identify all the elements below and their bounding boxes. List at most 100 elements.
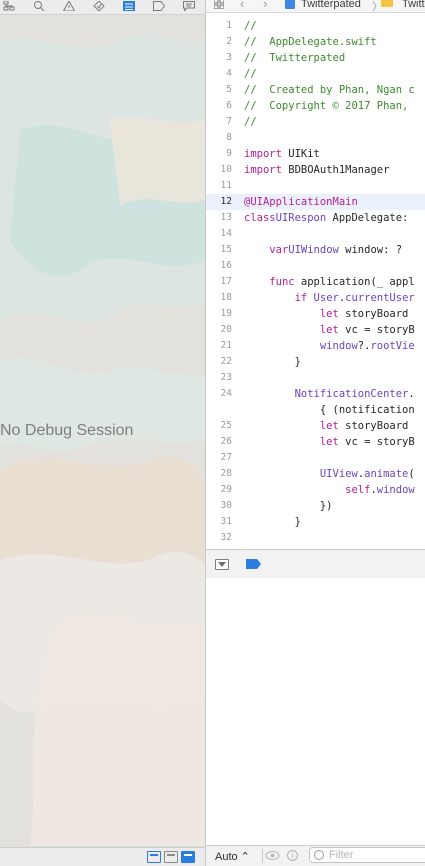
code-line[interactable]: { (notification bbox=[206, 402, 425, 418]
view-options-icon[interactable] bbox=[147, 851, 161, 863]
code-line[interactable]: 9 import UIKit bbox=[206, 146, 425, 162]
queue-view-icon[interactable] bbox=[181, 851, 195, 863]
filter-placeholder: Filter bbox=[329, 849, 354, 861]
debug-navigator-icon[interactable] bbox=[122, 0, 136, 12]
variables-view bbox=[206, 578, 425, 845]
navigator-filter-bar bbox=[0, 847, 205, 866]
warning-icon[interactable] bbox=[62, 0, 76, 12]
code-line[interactable]: 2 // AppDelegate.swift bbox=[206, 34, 425, 50]
line-number: 24 bbox=[220, 388, 232, 399]
code-line[interactable]: 18 if User.currentUser bbox=[206, 290, 425, 306]
code-line-text: import BDBOAuth1Manager bbox=[244, 162, 389, 178]
code-line[interactable]: 8 bbox=[206, 130, 425, 146]
code-comment: // Created by Phan, Ngan c bbox=[244, 84, 415, 96]
code-line[interactable]: 23 bbox=[206, 370, 425, 386]
line-number: 27 bbox=[220, 452, 232, 463]
code-line-text: @UIApplicationMain bbox=[244, 194, 358, 210]
code-line-text: { (notification bbox=[244, 402, 415, 418]
code-keyword: var bbox=[269, 244, 289, 256]
code-token: } bbox=[244, 356, 301, 368]
code-line-text: classUIRespon AppDelegate: bbox=[244, 210, 415, 226]
code-line[interactable]: 17 func application(_ appl bbox=[206, 274, 425, 290]
code-line[interactable]: 25 let storyBoard bbox=[206, 418, 425, 434]
source-editor: ‹ › Twitterpated 〉 Twitt 1 // 2 // AppDeleg… bbox=[206, 0, 425, 866]
code-line[interactable]: 6 // Copyright © 2017 Phan, bbox=[206, 98, 425, 114]
code-type: currentUser bbox=[345, 292, 415, 304]
project-file-icon bbox=[285, 0, 295, 9]
line-number: 29 bbox=[220, 484, 232, 495]
code-line[interactable]: 10 import BDBOAuth1Manager bbox=[206, 162, 425, 178]
line-number: 32 bbox=[220, 532, 232, 543]
code-line[interactable]: 16 bbox=[206, 258, 425, 274]
hide-debug-area-button[interactable] bbox=[215, 559, 229, 570]
report-icon[interactable] bbox=[182, 0, 196, 12]
code-line[interactable]: 27 bbox=[206, 450, 425, 466]
filter-field[interactable]: Filter bbox=[309, 847, 425, 863]
code-line[interactable]: 19 let storyBoard bbox=[206, 306, 425, 322]
line-number: 8 bbox=[226, 132, 232, 143]
scope-selector[interactable]: Auto ⌃ bbox=[215, 850, 250, 863]
code-line[interactable]: 4 // bbox=[206, 66, 425, 82]
code-line[interactable]: 22 } bbox=[206, 354, 425, 370]
thread-view-icon[interactable] bbox=[164, 851, 178, 863]
chevron-right-icon[interactable]: › bbox=[263, 0, 267, 11]
code-line[interactable]: 5 // Created by Phan, Ngan c bbox=[206, 82, 425, 98]
code-line-text: let storyBoard bbox=[244, 306, 409, 322]
code-line-text: func application(_ appl bbox=[244, 274, 414, 290]
line-number: 25 bbox=[220, 420, 232, 431]
search-icon[interactable] bbox=[32, 0, 46, 12]
code-comment: // AppDelegate.swift bbox=[244, 36, 377, 48]
code-line[interactable]: 1 // bbox=[206, 18, 425, 34]
line-number: 30 bbox=[220, 500, 232, 511]
code-line-text: self.window bbox=[244, 482, 415, 498]
code-line[interactable]: 13 classUIRespon AppDelegate: bbox=[206, 210, 425, 226]
code-type: animate bbox=[364, 468, 409, 480]
code-type: window bbox=[319, 340, 358, 352]
code-token: ?. bbox=[357, 340, 371, 352]
code-line[interactable]: 26 let vc = storyB bbox=[206, 434, 425, 450]
code-line[interactable]: 12 @UIApplicationMain bbox=[206, 194, 425, 210]
code-line[interactable]: 24 NotificationCenter. bbox=[206, 386, 425, 402]
line-number: 14 bbox=[220, 228, 232, 239]
code-type: User bbox=[307, 292, 339, 304]
code-line-text: // Copyright © 2017 Phan, bbox=[244, 98, 408, 114]
test-diamond-icon[interactable] bbox=[92, 0, 106, 12]
hierarchy-icon[interactable] bbox=[2, 0, 16, 12]
code-line[interactable]: 30 }) bbox=[206, 498, 425, 514]
code-line[interactable]: 20 let vc = storyB bbox=[206, 322, 425, 338]
code-type: UIRespon bbox=[275, 212, 327, 224]
code-line[interactable]: 29 self.window bbox=[206, 482, 425, 498]
code-line[interactable]: 7 // bbox=[206, 114, 425, 130]
line-number: 20 bbox=[220, 324, 232, 335]
breakpoint-icon[interactable] bbox=[152, 0, 166, 12]
jump-bar-folder[interactable]: Twitt bbox=[402, 0, 425, 10]
code-line[interactable]: 21 window?.rootVie bbox=[206, 338, 425, 354]
code-line[interactable]: 32 bbox=[206, 530, 425, 546]
code-line[interactable]: 28 UIView.animate( bbox=[206, 466, 425, 482]
chevron-left-icon[interactable]: ‹ bbox=[240, 0, 244, 11]
line-number: 28 bbox=[220, 468, 232, 479]
code-line[interactable]: 11 bbox=[206, 178, 425, 194]
code-token: . bbox=[408, 388, 415, 400]
info-icon[interactable]: i bbox=[287, 850, 298, 861]
folder-icon bbox=[381, 0, 393, 7]
code-line[interactable]: 14 bbox=[206, 226, 425, 242]
eye-icon[interactable] bbox=[265, 850, 280, 861]
line-number: 3 bbox=[226, 52, 232, 63]
code-line[interactable]: 15 varUIWindow window: ? bbox=[206, 242, 425, 258]
code-line[interactable]: 3 // Twitterpated bbox=[206, 50, 425, 66]
line-number: 31 bbox=[220, 516, 232, 527]
related-items-grid-icon[interactable] bbox=[214, 0, 224, 9]
code-line-text: } bbox=[244, 354, 301, 370]
code-line-text: window?.rootVie bbox=[244, 338, 415, 354]
code-line-text: UIView.animate( bbox=[244, 466, 415, 482]
breakpoint-toggle-icon[interactable] bbox=[246, 559, 261, 569]
line-number: 10 bbox=[220, 164, 232, 175]
navigator-toolbar bbox=[0, 0, 205, 15]
code-line[interactable]: 31 } bbox=[206, 514, 425, 530]
jump-bar-project[interactable]: Twitterpated bbox=[301, 0, 361, 10]
